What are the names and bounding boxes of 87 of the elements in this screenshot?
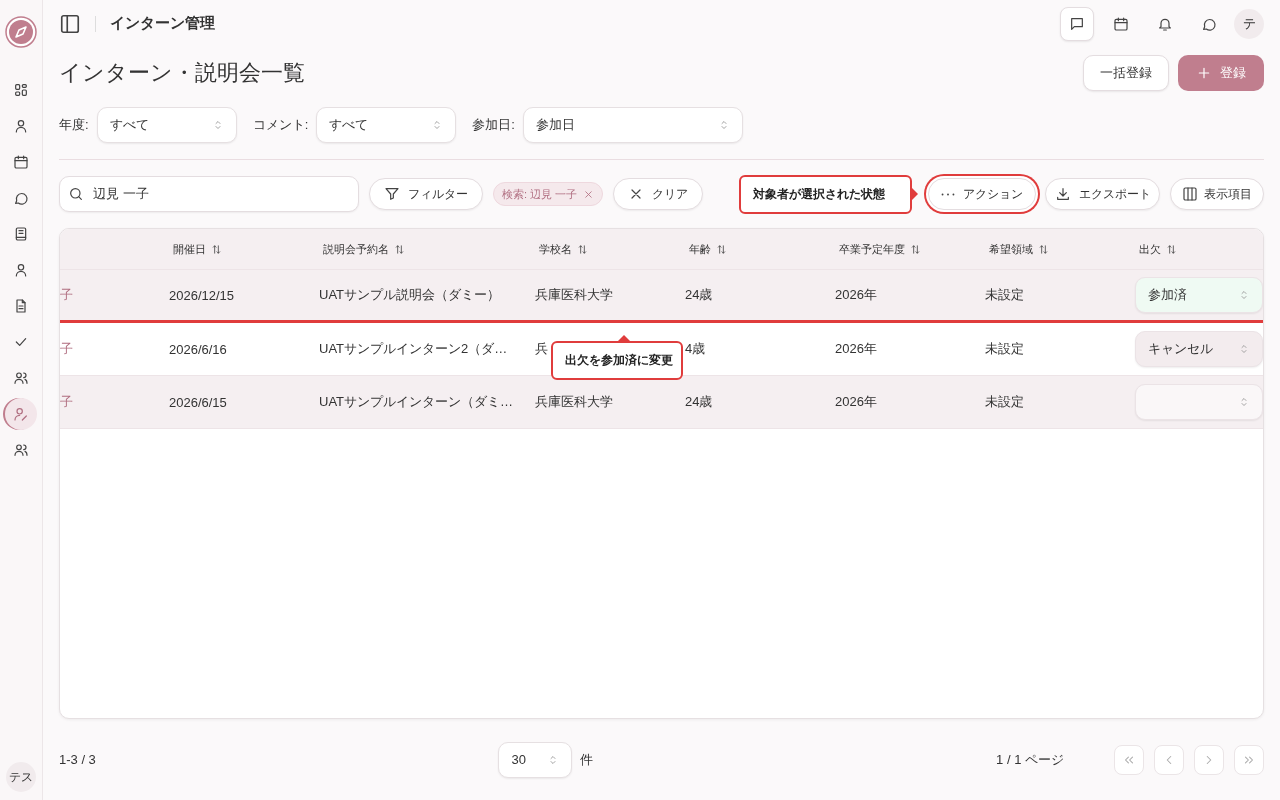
filter-label: 参加日: xyxy=(472,116,515,135)
columns-icon xyxy=(1182,186,1198,203)
table-cell-text: 未設定 xyxy=(984,340,1025,359)
attendance-select[interactable]: 参加済 xyxy=(1135,277,1263,314)
page-size-unit: 件 xyxy=(580,750,594,769)
sort-icon xyxy=(577,243,588,255)
result-count: 1-3 / 3 xyxy=(59,752,96,768)
more-icon xyxy=(941,192,955,196)
table-cell-text: 2026/6/16 xyxy=(168,341,228,357)
columns-button[interactable]: 表示項目 xyxy=(1170,178,1264,211)
calendar-icon xyxy=(1113,15,1129,32)
table-cell-text: UATサンプル説明会（ダミー） xyxy=(318,286,502,305)
table-cell-text: 子 xyxy=(60,286,74,305)
grid-icon xyxy=(13,82,29,98)
table-cell-text: 兵庫医科大学 xyxy=(534,393,614,412)
table-cell-text: 2026/6/15 xyxy=(168,394,228,410)
sort-icon xyxy=(211,243,222,255)
table-cell-text: 2026年 xyxy=(834,340,878,359)
filter-icon xyxy=(384,186,400,203)
filter-button[interactable]: フィルター xyxy=(369,178,483,211)
filter-label: コメント: xyxy=(252,116,309,135)
download-icon xyxy=(1054,186,1071,203)
selection-tooltip: 対象者が選択された状態 xyxy=(739,175,912,214)
column-header[interactable]: 年齢 xyxy=(681,241,831,257)
people-icon xyxy=(13,442,29,458)
table-cell-text: 2026/12/15 xyxy=(168,287,236,303)
attendance-tooltip: 出欠を参加済に変更 xyxy=(551,341,683,380)
person-edit-icon xyxy=(13,406,29,422)
column-header[interactable]: 学校名 xyxy=(531,241,681,257)
select-field[interactable]: すべて xyxy=(96,107,237,144)
pointer-arrow xyxy=(618,335,630,341)
select-field[interactable]: 参加日 xyxy=(522,107,743,144)
table-cell-text: 未設定 xyxy=(984,393,1025,412)
search-field[interactable]: 辺見 一子 xyxy=(59,176,359,213)
sort-icon xyxy=(1038,243,1049,255)
toolbar-button[interactable] xyxy=(1060,6,1094,41)
chat-icon xyxy=(13,190,29,206)
message-icon xyxy=(1069,15,1085,32)
table-cell-text: 2026年 xyxy=(834,286,878,305)
page-size-select[interactable]: 30 xyxy=(498,741,573,778)
sidebar-toggle-button[interactable] xyxy=(59,12,81,35)
user-avatar[interactable]: テ xyxy=(1234,8,1264,39)
table-cell-text: UATサンプルインターン2（ダ… xyxy=(318,340,509,359)
filter-label: 年度: xyxy=(59,116,89,135)
chevron-up-down-icon xyxy=(1238,289,1250,302)
clear-button[interactable]: クリア xyxy=(613,178,704,211)
table-cell-text: 24歳 xyxy=(684,286,714,305)
sort-icon xyxy=(716,243,727,255)
column-header[interactable]: 出欠 xyxy=(1131,241,1263,257)
book-icon xyxy=(13,226,29,242)
search-chip[interactable]: 検索: 辺見 一子 xyxy=(493,182,604,207)
page-info: 1 / 1 ページ xyxy=(996,750,1064,769)
table-cell-text: 24歳 xyxy=(684,393,714,412)
sort-icon xyxy=(910,243,921,255)
export-button[interactable]: エクスポート xyxy=(1045,178,1160,211)
table-cell-text: UATサンプルインターン（ダミ… xyxy=(318,393,515,412)
close-icon xyxy=(583,188,595,200)
table-cell-text: 子 xyxy=(60,340,74,359)
table-cell-text: 兵庫医科大学 xyxy=(534,286,614,305)
chevron-up-down-icon xyxy=(1238,343,1250,356)
sort-icon xyxy=(1166,243,1177,255)
column-header[interactable]: 説明会予約名 xyxy=(315,241,531,257)
search-icon xyxy=(68,186,84,203)
column-header[interactable]: 希望領域 xyxy=(981,241,1131,257)
sort-icon xyxy=(394,243,405,255)
column-header[interactable]: 卒業予定年度 xyxy=(831,241,981,257)
table-cell-text: 兵 xyxy=(534,340,549,359)
attendance-select[interactable]: キャンセル xyxy=(1135,331,1263,368)
table-cell-text: 2026年 xyxy=(834,393,878,412)
people-icon xyxy=(13,370,29,386)
calendar-icon xyxy=(13,154,29,170)
compass-logo xyxy=(5,16,37,48)
table-cell-text: 未設定 xyxy=(984,286,1025,305)
pointer-arrow xyxy=(912,188,918,200)
chevron-up-down-icon xyxy=(1238,396,1250,409)
document-icon xyxy=(13,298,29,314)
bulk-register-button[interactable]: 一括登録 xyxy=(1083,55,1169,92)
page-title: インターン・説明会一覧 xyxy=(59,59,305,88)
select-field[interactable]: すべて xyxy=(316,107,457,144)
app-title: インターン管理 xyxy=(110,14,215,34)
table-cell-text: 4歳 xyxy=(684,340,707,359)
panel-icon xyxy=(59,12,81,35)
user-avatar[interactable]: テス xyxy=(6,762,36,792)
person-icon xyxy=(13,118,29,134)
table-cell-text: 子 xyxy=(60,393,74,412)
column-header[interactable]: 開催日 xyxy=(165,241,315,257)
person-icon xyxy=(13,262,29,278)
